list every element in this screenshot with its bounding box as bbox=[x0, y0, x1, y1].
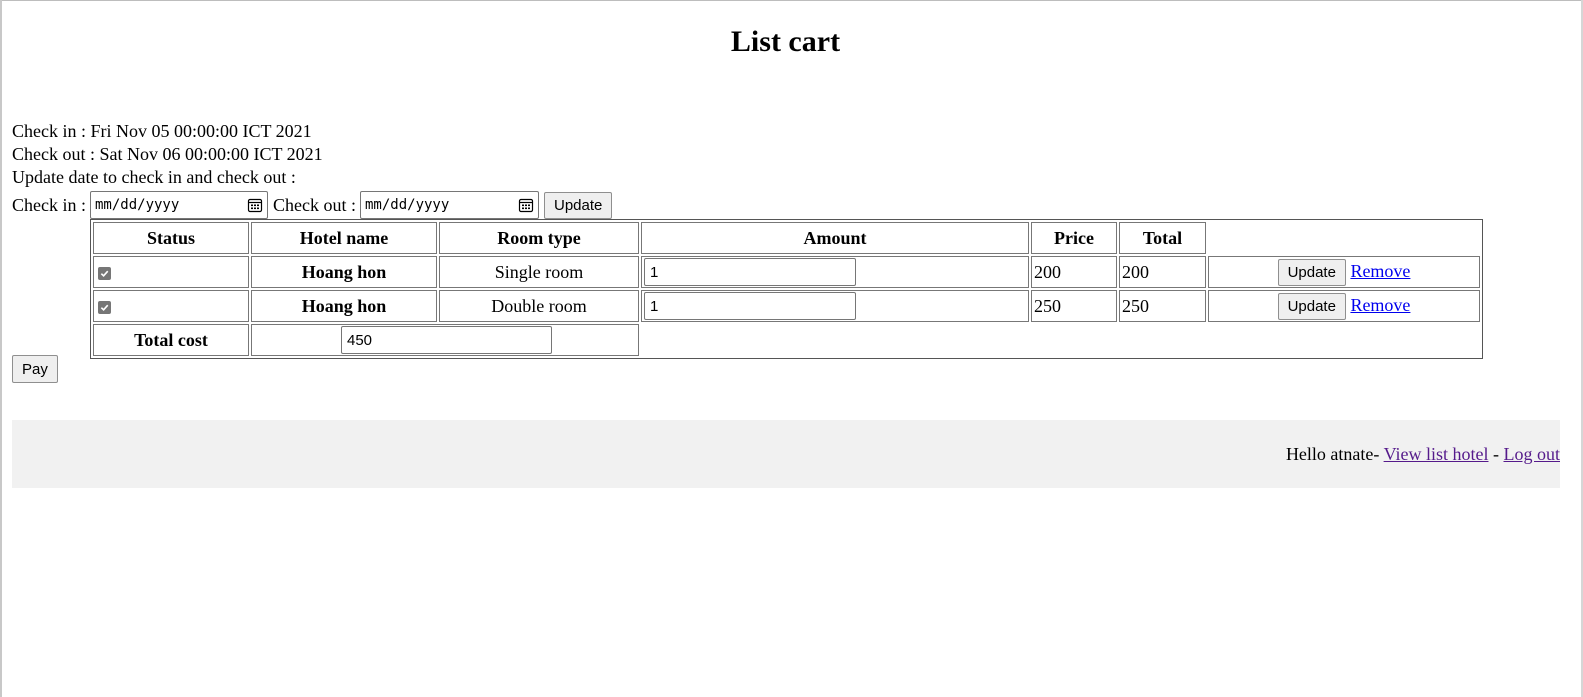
check-in-date-placeholder: mm/dd/yyyy bbox=[95, 196, 180, 213]
price-cell: 250 bbox=[1031, 290, 1117, 322]
update-dates-button[interactable]: Update bbox=[544, 191, 613, 219]
remove-link[interactable]: Remove bbox=[1350, 295, 1410, 315]
header-total: Total bbox=[1119, 222, 1206, 254]
check-icon bbox=[100, 270, 109, 277]
footer-nav: Hello atnate- View list hotel - Log out bbox=[1286, 441, 1560, 467]
booking-info: Check in : Fri Nov 05 00:00:00 ICT 2021 … bbox=[12, 120, 613, 220]
header-amount: Amount bbox=[641, 222, 1029, 254]
table-row: Hoang hon Double room 1 250 250 Update R… bbox=[93, 290, 1480, 322]
row-actions-cell: Update Remove bbox=[1208, 256, 1480, 288]
total-cost-input[interactable]: 450 bbox=[341, 326, 552, 354]
total-cost-blank bbox=[641, 324, 1480, 356]
page-title: List cart bbox=[730, 25, 841, 58]
check-out-field-label: Check out : bbox=[273, 194, 356, 215]
date-update-form: Check in : mm/dd/yyyy Check out : mm/dd/… bbox=[12, 190, 613, 220]
total-cost-cell: 450 bbox=[251, 324, 639, 356]
total-cost-row: Total cost 450 bbox=[93, 324, 1480, 356]
table-header-row: Status Hotel name Room type Amount Price… bbox=[93, 222, 1480, 254]
total-cell: 250 bbox=[1119, 290, 1206, 322]
header-status: Status bbox=[93, 222, 249, 254]
log-out-link[interactable]: Log out bbox=[1504, 444, 1561, 464]
room-type-cell: Double room bbox=[439, 290, 639, 322]
view-list-hotel-link[interactable]: View list hotel bbox=[1384, 444, 1489, 464]
check-in-date-input[interactable]: mm/dd/yyyy bbox=[90, 191, 268, 219]
check-in-text: Check in : Fri Nov 05 00:00:00 ICT 2021 bbox=[12, 121, 312, 141]
calendar-icon[interactable] bbox=[247, 197, 263, 213]
update-date-prompt: Update date to check in and check out : bbox=[12, 167, 296, 187]
status-checkbox[interactable] bbox=[98, 300, 111, 314]
room-type-cell: Single room bbox=[439, 256, 639, 288]
window-border-left bbox=[0, 0, 2, 697]
hotel-name-cell: Hoang hon bbox=[251, 256, 437, 288]
table-row: Hoang hon Single room 1 200 200 Update R… bbox=[93, 256, 1480, 288]
check-in-field-label: Check in : bbox=[12, 194, 86, 215]
total-cell: 200 bbox=[1119, 256, 1206, 288]
row-actions-cell: Update Remove bbox=[1208, 290, 1480, 322]
calendar-icon[interactable] bbox=[518, 197, 534, 213]
status-cell bbox=[93, 256, 249, 288]
window-border-top bbox=[0, 0, 1583, 1]
check-out-text: Check out : Sat Nov 06 00:00:00 ICT 2021 bbox=[12, 144, 323, 164]
pay-button[interactable]: Pay bbox=[12, 355, 58, 383]
update-row-button[interactable]: Update bbox=[1277, 292, 1346, 320]
status-cell bbox=[93, 290, 249, 322]
check-out-date-placeholder: mm/dd/yyyy bbox=[365, 196, 450, 213]
header-price: Price bbox=[1031, 222, 1117, 254]
amount-cell: 1 bbox=[641, 290, 1029, 322]
check-icon bbox=[100, 304, 109, 311]
header-hotel-name: Hotel name bbox=[251, 222, 437, 254]
status-checkbox[interactable] bbox=[98, 266, 111, 280]
update-row-button[interactable]: Update bbox=[1277, 258, 1346, 286]
remove-link[interactable]: Remove bbox=[1350, 261, 1410, 281]
header-room-type: Room type bbox=[439, 222, 639, 254]
header-actions-blank bbox=[1208, 222, 1480, 254]
footer-separator: - bbox=[1493, 444, 1499, 464]
hotel-name-cell: Hoang hon bbox=[251, 290, 437, 322]
cart-table: Status Hotel name Room type Amount Price… bbox=[90, 219, 1483, 359]
footer: Hello atnate- View list hotel - Log out bbox=[12, 420, 1560, 488]
amount-cell: 1 bbox=[641, 256, 1029, 288]
price-cell: 200 bbox=[1031, 256, 1117, 288]
greeting-text: Hello atnate- bbox=[1285, 444, 1380, 464]
check-out-date-input[interactable]: mm/dd/yyyy bbox=[360, 191, 539, 219]
amount-input[interactable]: 1 bbox=[644, 258, 856, 286]
total-cost-label: Total cost bbox=[93, 324, 249, 356]
amount-input[interactable]: 1 bbox=[644, 292, 856, 320]
